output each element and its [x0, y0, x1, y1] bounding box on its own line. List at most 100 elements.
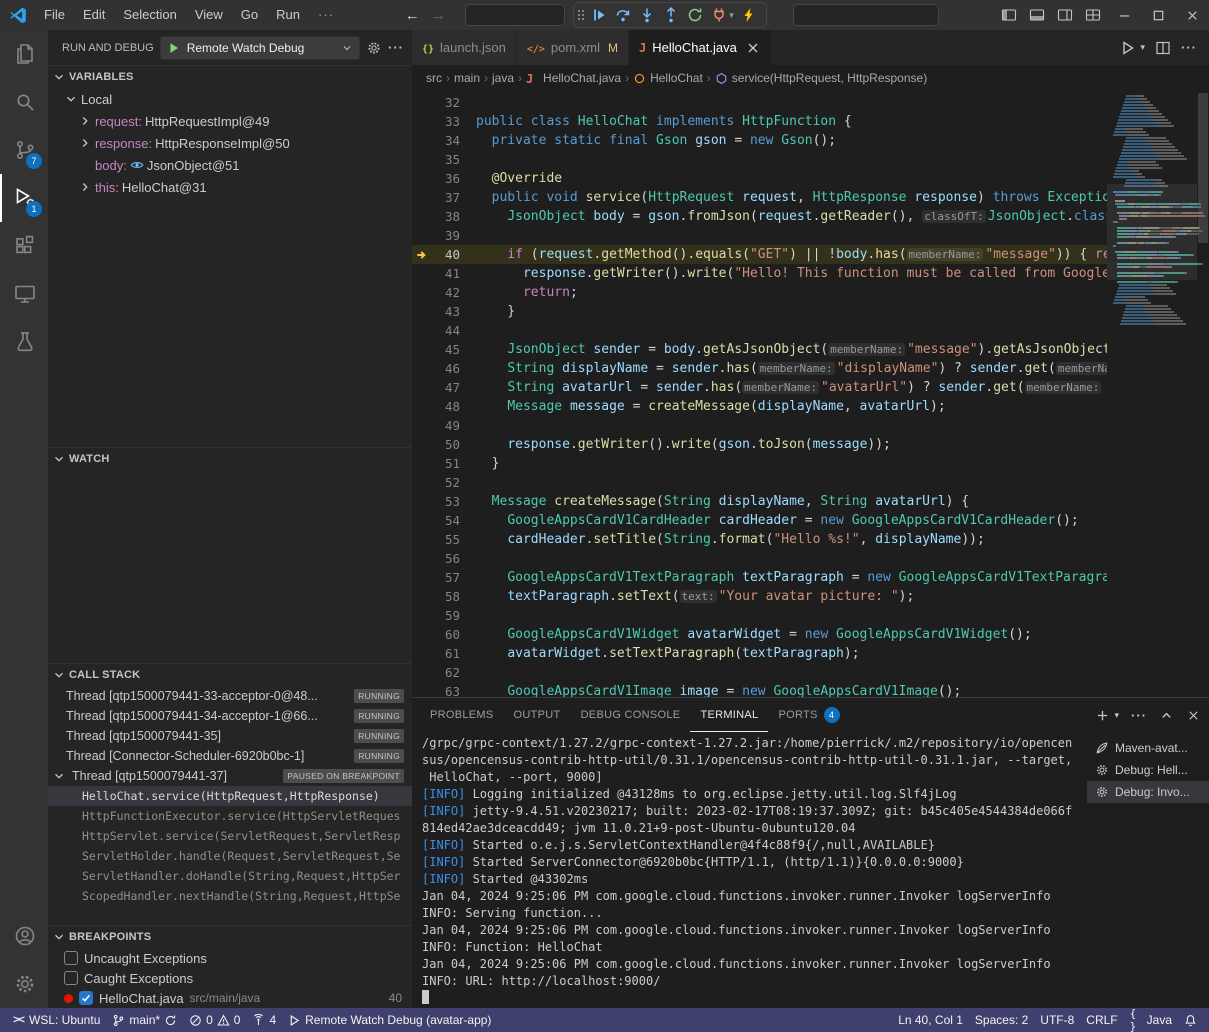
- maximize-button[interactable]: [1141, 0, 1175, 30]
- breadcrumb-item[interactable]: JHelloChat.java: [526, 71, 621, 85]
- terminal-session-item[interactable]: Maven-avat...: [1087, 737, 1209, 759]
- code-line[interactable]: 47 String avatarUrl = sender.has(memberN…: [412, 378, 1107, 397]
- stack-frame[interactable]: ServletHandler.doHandle(String,Request,H…: [48, 866, 412, 886]
- code-line[interactable]: 61 avatarWidget.setTextParagraph(textPar…: [412, 644, 1107, 663]
- thread-row[interactable]: Thread [qtp1500079441-33-acceptor-0@48..…: [48, 686, 412, 706]
- call-stack-section-header[interactable]: CALL STACK: [48, 664, 412, 686]
- code-line[interactable]: 34 private static final Gson gson = new …: [412, 131, 1107, 150]
- gutter-line-41[interactable]: 41: [412, 264, 476, 283]
- variable-row[interactable]: request:HttpRequestImpl@49: [48, 110, 412, 132]
- code-line[interactable]: 58 textParagraph.setText(text:"Your avat…: [412, 587, 1107, 606]
- gutter-line-44[interactable]: 44: [412, 321, 476, 340]
- breakpoint-checkbox[interactable]: [64, 951, 78, 965]
- gutter-line-54[interactable]: 54: [412, 511, 476, 530]
- code-line[interactable]: 40 if (request.getMethod().equals("GET")…: [412, 245, 1107, 264]
- thread-row[interactable]: Thread [Connector-Scheduler-6920b0bc-1]R…: [48, 746, 412, 766]
- minimap[interactable]: [1107, 91, 1197, 697]
- breadcrumb-item[interactable]: java: [492, 71, 514, 85]
- code-line[interactable]: 55 cardHeader.setTitle(String.format("He…: [412, 530, 1107, 549]
- gutter-line-37[interactable]: 37: [412, 188, 476, 207]
- restart-button[interactable]: [684, 5, 706, 25]
- stack-frame[interactable]: HelloChat.service(HttpRequest,HttpRespon…: [48, 786, 412, 806]
- gutter-line-47[interactable]: 47: [412, 378, 476, 397]
- new-terminal-icon[interactable]: [1095, 708, 1110, 723]
- customize-layout-button[interactable]: [1079, 0, 1107, 30]
- panel-tab-debug-console[interactable]: DEBUG CONSOLE: [571, 698, 691, 732]
- drag-grip-icon[interactable]: [576, 7, 586, 23]
- menu-overflow[interactable]: ···: [309, 0, 343, 30]
- gutter-line-36[interactable]: 36: [412, 169, 476, 188]
- run-java-icon[interactable]: [1120, 40, 1136, 56]
- menu-view[interactable]: View: [186, 0, 232, 30]
- close-icon[interactable]: [745, 40, 761, 56]
- gutter-line-46[interactable]: 46: [412, 359, 476, 378]
- code-line[interactable]: 53 Message createMessage(String displayN…: [412, 492, 1107, 511]
- code-line[interactable]: 56: [412, 549, 1107, 568]
- status-language[interactable]: { }Java: [1124, 1008, 1178, 1032]
- more-actions-icon[interactable]: ···: [1181, 40, 1197, 55]
- gutter-line-61[interactable]: 61: [412, 644, 476, 663]
- code-line[interactable]: 59: [412, 606, 1107, 625]
- breadcrumb-item[interactable]: HelloChat: [633, 71, 703, 85]
- code-line[interactable]: 48 Message message = createMessage(displ…: [412, 397, 1107, 416]
- gutter-line-59[interactable]: 59: [412, 606, 476, 625]
- activity-accounts[interactable]: [0, 912, 48, 960]
- status-problems[interactable]: 00: [183, 1008, 246, 1032]
- activity-extensions[interactable]: [0, 222, 48, 270]
- hot-code-replace-button[interactable]: [738, 5, 760, 25]
- status-eol[interactable]: CRLF: [1080, 1008, 1123, 1032]
- menu-edit[interactable]: Edit: [74, 0, 114, 30]
- breakpoint-checkbox[interactable]: [79, 991, 93, 1005]
- activity-explorer[interactable]: [0, 30, 48, 78]
- thread-row[interactable]: Thread [qtp1500079441-35]RUNNING: [48, 726, 412, 746]
- code-line[interactable]: 51 }: [412, 454, 1107, 473]
- breakpoint-row[interactable]: Uncaught Exceptions: [48, 948, 412, 968]
- nav-forward-icon[interactable]: →: [425, 7, 451, 24]
- code-line[interactable]: 33public class HelloChat implements Http…: [412, 112, 1107, 131]
- minimize-button[interactable]: [1107, 0, 1141, 30]
- gutter-line-32[interactable]: 32: [412, 93, 476, 112]
- toggle-primary-sidebar-button[interactable]: [995, 0, 1023, 30]
- activity-testing[interactable]: [0, 318, 48, 366]
- watch-section-header[interactable]: WATCH: [48, 448, 412, 470]
- thread-row[interactable]: Thread [qtp1500079441-34-acceptor-1@66..…: [48, 706, 412, 726]
- code-line[interactable]: 41 response.getWriter().write("Hello! Th…: [412, 264, 1107, 283]
- terminal-session-item[interactable]: Debug: Hell...: [1087, 759, 1209, 781]
- breadcrumb-item[interactable]: service(HttpRequest, HttpResponse): [715, 71, 927, 85]
- step-out-button[interactable]: [660, 5, 682, 25]
- thread-row[interactable]: Thread [qtp1500079441-37]PAUSED ON BREAK…: [48, 766, 412, 786]
- code-line[interactable]: 35: [412, 150, 1107, 169]
- code-line[interactable]: 50 response.getWriter().write(gson.toJso…: [412, 435, 1107, 454]
- stack-frame[interactable]: ScopedHandler.nextHandle(String,Request,…: [48, 886, 412, 906]
- menu-selection[interactable]: Selection: [114, 0, 185, 30]
- close-panel-icon[interactable]: [1186, 708, 1201, 723]
- tab-pom-xml[interactable]: </>pom.xmlM: [517, 30, 629, 65]
- gutter-line-63[interactable]: 63: [412, 682, 476, 697]
- variable-row[interactable]: body:JsonObject@51: [48, 154, 412, 176]
- gutter-line-60[interactable]: 60: [412, 625, 476, 644]
- terminal-session-item[interactable]: Debug: Invo...: [1087, 781, 1209, 803]
- activity-run-and-debug[interactable]: 1: [0, 174, 48, 222]
- command-center-left[interactable]: [465, 4, 565, 26]
- terminal-profile-chevron-icon[interactable]: ▾: [1114, 710, 1119, 721]
- menu-file[interactable]: File: [35, 0, 74, 30]
- step-into-button[interactable]: [636, 5, 658, 25]
- code-line[interactable]: 45 JsonObject sender = body.getAsJsonObj…: [412, 340, 1107, 359]
- split-editor-icon[interactable]: [1155, 40, 1171, 56]
- code-line[interactable]: 32: [412, 93, 1107, 112]
- breakpoints-section-header[interactable]: BREAKPOINTS: [48, 926, 412, 948]
- gutter-line-39[interactable]: 39: [412, 226, 476, 245]
- stop-button[interactable]: [708, 5, 730, 25]
- more-actions-icon[interactable]: ···: [388, 40, 404, 55]
- gutter-line-33[interactable]: 33: [412, 112, 476, 131]
- code-editor[interactable]: 3233public class HelloChat implements Ht…: [412, 91, 1209, 697]
- code-line[interactable]: 54 GoogleAppsCardV1CardHeader cardHeader…: [412, 511, 1107, 530]
- gutter-line-38[interactable]: 38: [412, 207, 476, 226]
- scrollbar-thumb[interactable]: [1198, 93, 1208, 243]
- gutter-line-53[interactable]: 53: [412, 492, 476, 511]
- nav-back-icon[interactable]: ←: [399, 7, 425, 24]
- gutter-line-56[interactable]: 56: [412, 549, 476, 568]
- close-button[interactable]: [1175, 0, 1209, 30]
- gutter-line-51[interactable]: 51: [412, 454, 476, 473]
- maximize-panel-icon[interactable]: [1159, 708, 1174, 723]
